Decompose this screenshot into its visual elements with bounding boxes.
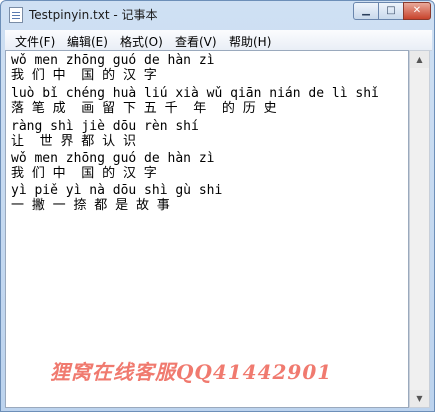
close-button[interactable]: ✕ xyxy=(403,2,431,20)
text-line: ràng shì jiè dōu rèn shí xyxy=(11,119,199,134)
text-line: 让 世 界 都 认 识 xyxy=(11,134,136,149)
maximize-button[interactable]: □ xyxy=(378,2,404,20)
title-bar[interactable]: Testpinyin.txt - 记事本 ▁ □ ✕ xyxy=(1,1,434,29)
window-title: Testpinyin.txt - 记事本 xyxy=(29,8,158,22)
text-line: luò bǐ chéng huà liú xià wǔ qiān nián de… xyxy=(11,86,379,101)
menu-bar: 文件(F) 编辑(E) 格式(O) 查看(V) 帮助(H) xyxy=(5,30,432,51)
menu-view[interactable]: 查看(V) xyxy=(175,33,217,50)
watermark-text: 狸窝在线客服QQ41442901 xyxy=(50,360,333,384)
notepad-icon xyxy=(9,7,23,23)
vertical-scrollbar[interactable]: ▲ ▼ xyxy=(409,50,430,408)
text-line: wǒ men zhōng guó de hàn zì xyxy=(11,151,215,166)
menu-help[interactable]: 帮助(H) xyxy=(229,33,271,50)
menu-format[interactable]: 格式(O) xyxy=(120,33,163,50)
text-line: 我 们 中 国 的 汉 字 xyxy=(11,166,157,181)
text-line: 落 笔 成 画 留 下 五 千 年 的 历 史 xyxy=(11,101,277,116)
text-line: 一 撇 一 捺 都 是 故 事 xyxy=(11,198,170,213)
text-editor[interactable]: wǒ men zhōng guó de hàn zì 我 们 中 国 的 汉 字… xyxy=(5,50,409,408)
text-line: 我 们 中 国 的 汉 字 xyxy=(11,68,157,83)
text-line: yì piě yì nà dōu shì gù shi xyxy=(11,183,223,198)
minimize-button[interactable]: ▁ xyxy=(353,2,379,20)
scroll-down-icon[interactable]: ▼ xyxy=(410,390,429,407)
menu-file[interactable]: 文件(F) xyxy=(15,33,55,50)
menu-edit[interactable]: 编辑(E) xyxy=(67,33,108,50)
scroll-up-icon[interactable]: ▲ xyxy=(410,51,429,68)
text-line: wǒ men zhōng guó de hàn zì xyxy=(11,53,215,68)
